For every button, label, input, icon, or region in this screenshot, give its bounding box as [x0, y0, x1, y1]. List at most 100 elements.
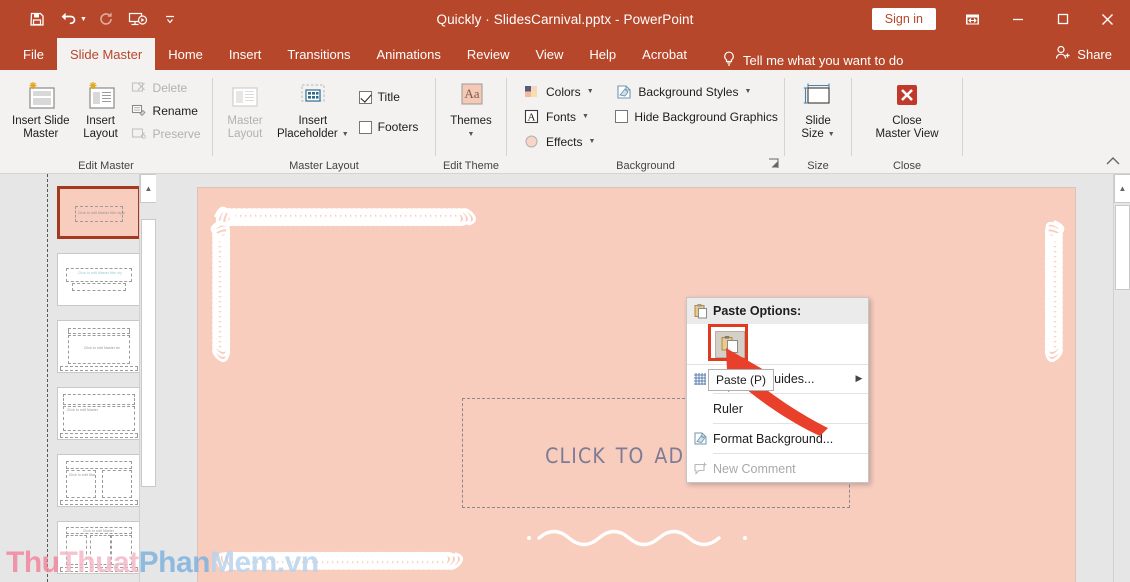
share-button[interactable]: Share: [1055, 38, 1112, 70]
delete-master-button[interactable]: Delete: [126, 76, 205, 99]
preserve-master-button[interactable]: Preserve: [126, 122, 205, 145]
slide-size-caret-icon[interactable]: ▼: [828, 128, 835, 141]
tab-view[interactable]: View: [522, 38, 576, 70]
maximize-icon[interactable]: [1040, 0, 1085, 38]
paste-options-row: [687, 324, 868, 364]
list-item[interactable]: Click to edit Master: [57, 387, 141, 440]
ribbon-group-size: Slide Size ▼ Size: [785, 70, 851, 174]
insert-layout-label1: Insert: [86, 115, 115, 127]
thumbnail-scroll-thumb[interactable]: [141, 219, 156, 487]
background-styles-button[interactable]: Background Styles ▼: [611, 79, 781, 104]
customize-quick-access-icon[interactable]: [155, 5, 185, 33]
title-checkbox-row[interactable]: Title: [355, 82, 423, 112]
rename-master-button[interactable]: Rename: [126, 99, 205, 122]
slide-canvas[interactable]: Click to add title: [197, 187, 1076, 582]
hide-background-graphics-row[interactable]: Hide Background Graphics: [611, 104, 781, 129]
save-icon[interactable]: [22, 5, 52, 33]
redo-icon[interactable]: [91, 5, 121, 33]
delete-master-label: Delete: [152, 80, 188, 95]
insert-placeholder-caret-icon[interactable]: ▼: [342, 128, 349, 141]
undo-dropdown-caret[interactable]: ▼: [80, 16, 87, 23]
tab-help[interactable]: Help: [576, 38, 629, 70]
tab-animations[interactable]: Animations: [364, 38, 454, 70]
menu-item-ruler[interactable]: Ruler: [687, 395, 868, 422]
insert-placeholder-button[interactable]: Insert Placeholder ▼: [271, 74, 355, 144]
ribbon-group-background: Colors ▼ A Fonts ▼ Effects ▼ Background …: [507, 70, 784, 174]
master-layout-label2: Layout: [227, 128, 263, 140]
share-label: Share: [1077, 46, 1112, 62]
menu-item-format-background[interactable]: Format Background...: [687, 425, 868, 452]
footers-checkbox-label: Footers: [377, 120, 419, 134]
footers-checkbox-row[interactable]: Footers: [355, 112, 423, 142]
main-vertical-scrollbar[interactable]: ▲: [1113, 174, 1130, 582]
themes-button[interactable]: Aa Themes ▼: [441, 74, 501, 144]
thumbnail-connector: [57, 480, 58, 481]
slide-thumbnail-pane[interactable]: Click to edit Master title style Click t…: [0, 174, 156, 582]
rename-master-label: Rename: [152, 103, 198, 118]
hide-background-graphics-checkbox[interactable]: [615, 110, 629, 123]
slide-editing-area[interactable]: Click to add title: [156, 174, 1114, 582]
paste-options-header: Paste Options:: [687, 298, 868, 324]
thumbnail-scroll-track[interactable]: [140, 204, 156, 582]
menu-item-new-comment[interactable]: New Comment: [687, 455, 868, 482]
footers-checkbox[interactable]: [358, 120, 372, 134]
background-group-label-text: Background: [616, 159, 675, 172]
start-presentation-icon[interactable]: [123, 5, 153, 33]
clipboard-icon: [687, 303, 713, 319]
svg-text:Aa: Aa: [464, 86, 479, 101]
scroll-up-icon[interactable]: ▲: [140, 174, 156, 203]
list-item[interactable]: Click to edit Master: [57, 454, 141, 507]
tab-home[interactable]: Home: [155, 38, 216, 70]
collapse-ribbon-icon[interactable]: [1106, 156, 1120, 169]
master-layout-checkboxes: Title Footers: [355, 74, 423, 142]
close-master-view-button[interactable]: Close Master View: [859, 74, 955, 144]
insert-layout-button[interactable]: Insert Layout: [76, 74, 126, 144]
sign-in-button[interactable]: Sign in: [871, 8, 936, 30]
slide-size-label1: Slide: [805, 115, 831, 127]
insert-slide-master-button[interactable]: Insert Slide Master: [6, 74, 76, 144]
thumbnail-list: Click to edit Master title style Click t…: [57, 186, 141, 582]
themes-caret-icon[interactable]: ▼: [468, 128, 475, 141]
tab-file[interactable]: File: [10, 38, 57, 70]
thumbnail-connector: [57, 346, 58, 347]
tab-review[interactable]: Review: [454, 38, 523, 70]
effects-caret-icon[interactable]: ▼: [588, 138, 595, 145]
list-item[interactable]: Click to edit Master title style: [57, 253, 141, 306]
list-item[interactable]: Click to edit Master title style: [57, 186, 141, 239]
slide-size-label2-row: Size ▼: [801, 128, 834, 141]
slide-size-button[interactable]: Slide Size ▼: [790, 74, 846, 144]
close-icon[interactable]: [1085, 0, 1130, 38]
colors-button[interactable]: Colors ▼: [519, 79, 599, 104]
fonts-button[interactable]: A Fonts ▼: [519, 104, 599, 129]
list-item[interactable]: Click to edit Master: [57, 521, 141, 574]
paste-keep-source-formatting-button[interactable]: [715, 330, 745, 358]
minimize-icon[interactable]: [995, 0, 1040, 38]
tell-me-search[interactable]: Tell me what you want to do: [722, 51, 903, 70]
title-checkbox[interactable]: [358, 90, 372, 104]
fonts-caret-icon[interactable]: ▼: [582, 113, 589, 120]
tab-acrobat[interactable]: Acrobat: [629, 38, 700, 70]
edit-theme-group-label: Edit Theme: [442, 159, 500, 172]
main-scroll-up-icon[interactable]: ▲: [1114, 174, 1130, 203]
edit-master-small-commands: Delete Rename Preserve: [126, 74, 205, 145]
ribbon-display-options-icon[interactable]: [950, 0, 995, 38]
background-dialog-launcher-icon[interactable]: [768, 158, 779, 172]
tab-transitions[interactable]: Transitions: [274, 38, 363, 70]
main-scroll-thumb[interactable]: [1115, 205, 1130, 290]
insert-slide-master-label2: Master: [23, 128, 59, 140]
master-layout-button[interactable]: Master Layout: [219, 74, 271, 144]
thumbnail-scrollbar[interactable]: ▲: [139, 174, 156, 582]
list-item[interactable]: Click to edit Master text styles: [57, 320, 141, 373]
insert-placeholder-label2: Placeholder: [277, 128, 338, 140]
theme-parts-commands: Colors ▼ A Fonts ▼ Effects ▼: [519, 74, 599, 154]
colors-icon: [523, 83, 540, 100]
effects-button[interactable]: Effects ▼: [519, 129, 599, 154]
thumbnail-connector: [57, 279, 58, 280]
tab-insert[interactable]: Insert: [216, 38, 275, 70]
rename-icon: [130, 102, 147, 119]
preserve-master-label: Preserve: [152, 126, 201, 141]
thumbnail-title-text: Click to edit Master: [83, 529, 115, 533]
colors-caret-icon[interactable]: ▼: [587, 88, 594, 95]
tab-slide-master[interactable]: Slide Master: [56, 38, 156, 70]
background-styles-caret-icon[interactable]: ▼: [744, 88, 751, 95]
